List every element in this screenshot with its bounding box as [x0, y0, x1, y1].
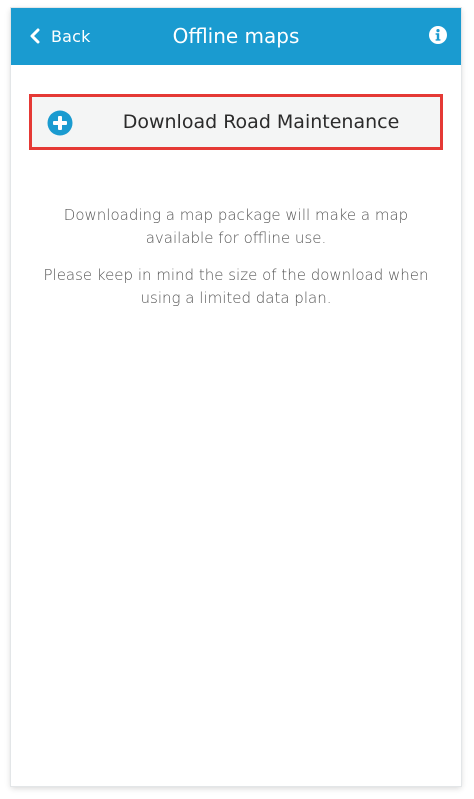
page-title: Offline maps — [172, 24, 300, 48]
app-screen: Back Offline maps Download Road Maintena… — [11, 8, 461, 786]
top-bar: Back Offline maps — [11, 8, 461, 65]
plus-circle-icon — [47, 110, 73, 136]
data-plan-warning-text: Please keep in mind the size of the down… — [43, 266, 429, 307]
download-button-label: Download Road Maintenance — [122, 111, 400, 133]
download-road-maintenance-button[interactable]: Download Road Maintenance — [29, 94, 443, 150]
info-icon — [427, 26, 449, 50]
info-button[interactable] — [427, 24, 449, 46]
offline-info-text: Downloading a map package will make a ma… — [63, 206, 409, 247]
